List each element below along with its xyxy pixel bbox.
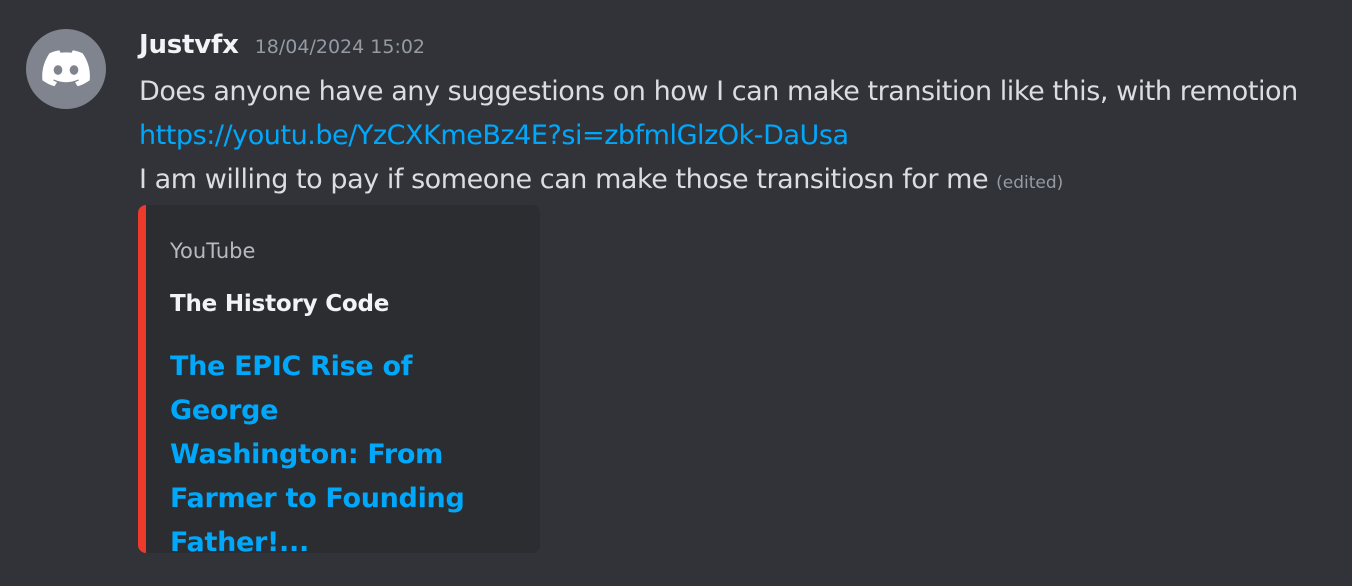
youtube-link[interactable]: https://youtu.be/YzCXKmeBz4E?si=zbfmlGlz… <box>139 120 849 151</box>
message-link-line: https://youtu.be/YzCXKmeBz4E?si=zbfmlGlz… <box>139 118 849 154</box>
user-avatar[interactable] <box>26 29 106 109</box>
embed-title-link[interactable]: The EPIC Rise of George Washington: From… <box>170 345 470 565</box>
edited-label: (edited) <box>996 173 1064 193</box>
link-embed: YouTube The History Code The EPIC Rise o… <box>138 205 540 558</box>
chat-message: Justvfx 18/04/2024 15:02 Does anyone hav… <box>0 0 1352 586</box>
embed-provider: YouTube <box>170 239 256 263</box>
message-header: Justvfx 18/04/2024 15:02 <box>139 30 425 68</box>
discord-logo-icon <box>42 50 90 87</box>
message-text-line: I am willing to pay if someone can make … <box>139 162 1063 201</box>
username[interactable]: Justvfx <box>139 30 239 60</box>
timestamp: 18/04/2024 15:02 <box>254 36 426 58</box>
message-text-line: Does anyone have any suggestions on how … <box>139 76 1298 107</box>
message-text: I am willing to pay if someone can make … <box>139 164 989 195</box>
embed-author: The History Code <box>170 291 390 317</box>
